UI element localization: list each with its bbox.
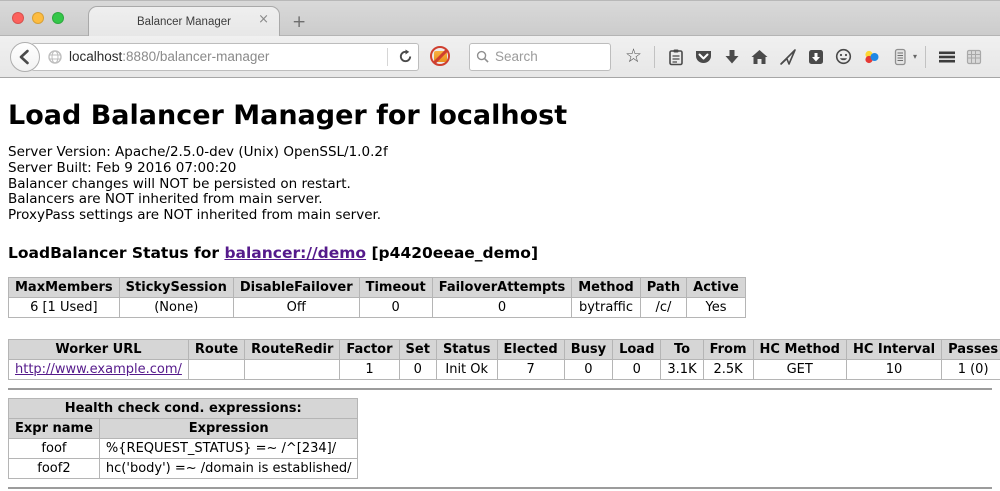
search-field[interactable] [469,43,611,71]
worker-status-table: Worker URL Route RouteRedir Factor Set S… [8,339,1000,380]
plugin-blocked-icon[interactable] [429,45,453,69]
table-row: 6 [1 Used] (None) Off 0 0 bytraffic /c/ … [9,297,746,317]
url-bar[interactable]: localhost:8880/balancer-manager [31,43,419,71]
back-button[interactable] [10,42,40,72]
home-button[interactable] [747,43,772,71]
window-controls [12,12,64,24]
toolbar-icons: ☆ [621,43,987,71]
reload-button[interactable] [392,49,418,64]
table-caption-row: Health check cond. expressions: [9,398,358,418]
container-button[interactable] [887,43,912,71]
navigation-toolbar: localhost:8880/balancer-manager ☆ [0,36,1000,78]
zoom-window-button[interactable] [52,12,64,24]
home-icon [750,48,769,66]
addon-download-icon [807,48,825,66]
extension-colored-dots-button[interactable] [859,43,884,71]
search-icon [476,50,489,63]
colored-dots-icon [862,48,881,66]
balancer-settings-table: MaxMembers StickySession DisableFailover… [8,277,746,318]
globe-icon [48,50,62,64]
server-built-line: Server Built: Feb 9 2016 07:00:20 [8,161,992,177]
toolbar-divider [925,46,926,68]
pocket-icon [694,48,713,66]
url-text[interactable]: localhost:8880/balancer-manager [69,49,269,64]
page-content: Load Balancer Manager for localhost Serv… [0,78,1000,491]
pocket-button[interactable] [691,43,716,71]
bookmark-star-button[interactable]: ☆ [621,43,646,71]
grid-icon [965,48,984,66]
search-input[interactable] [495,49,595,64]
notice-line: Balancers are NOT inherited from main se… [8,192,992,208]
server-version-line: Server Version: Apache/2.5.0-dev (Unix) … [8,145,992,161]
tab-bar: Balancer Manager × + [0,0,1000,36]
download-icon [723,48,741,66]
table-header-row: Expr name Expression [9,418,358,438]
close-window-button[interactable] [12,12,24,24]
table-header-row: MaxMembers StickySession DisableFailover… [9,277,746,297]
page-title: Load Balancer Manager for localhost [8,100,992,131]
divider [8,487,992,489]
minimize-window-button[interactable] [32,12,44,24]
notice-line: Balancer changes will NOT be persisted o… [8,177,992,193]
send-tab-button[interactable] [775,43,800,71]
reading-list-button[interactable] [663,43,688,71]
chevron-down-icon[interactable]: ▾ [913,52,917,61]
table-header-row: Worker URL Route RouteRedir Factor Set S… [9,339,1000,359]
menu-button[interactable] [934,43,959,71]
new-tab-button[interactable]: + [292,14,306,31]
divider [8,388,992,390]
url-path: :8880/balancer-manager [122,49,269,64]
downloads-button[interactable] [719,43,744,71]
browser-window: Balancer Manager × + localhost:8880/bala… [0,0,1000,491]
balancer-demo-link[interactable]: balancer://demo [224,244,366,262]
health-check-expressions-table: Health check cond. expressions: Expr nam… [8,398,358,479]
table-row: foof2 hc('body') =~ /domain is establish… [9,458,358,478]
url-host: localhost [69,49,122,64]
health-table-caption: Health check cond. expressions: [9,398,358,418]
worker-url-link[interactable]: http://www.example.com/ [15,362,182,377]
back-icon [17,49,33,65]
hello-button[interactable] [831,43,856,71]
loadbalancer-status-heading: LoadBalancer Status for balancer://demo … [8,244,992,262]
menu-icon [937,48,957,66]
clipboard-icon [667,48,685,66]
toolbar-divider [654,46,655,68]
server-info: Server Version: Apache/2.5.0-dev (Unix) … [8,145,992,224]
tab-title: Balancer Manager [137,16,231,28]
reload-icon [398,49,413,64]
bookmark-star-icon: ☆ [625,47,642,66]
table-row: foof %{REQUEST_STATUS} =~ /^[234]/ [9,438,358,458]
table-row: http://www.example.com/ 1 0 Init Ok 7 0 … [9,359,1000,379]
smiley-icon [834,48,853,66]
container-icon [891,48,909,66]
urlbar-divider [387,48,388,66]
sidebar-grid-button[interactable] [962,43,987,71]
send-plane-icon [779,48,797,66]
tab-balancer-manager[interactable]: Balancer Manager × [88,6,280,36]
tab-close-icon[interactable]: × [258,13,269,26]
addon-download-button[interactable] [803,43,828,71]
notice-line: ProxyPass settings are NOT inherited fro… [8,208,992,224]
